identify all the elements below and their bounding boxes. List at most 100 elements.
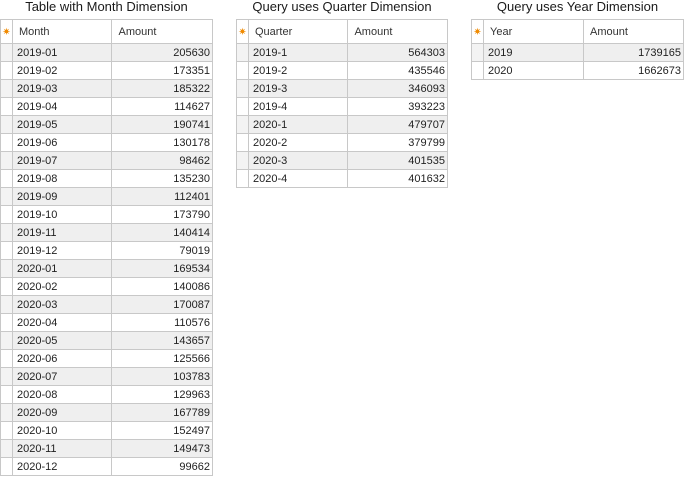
cell-dimension[interactable]: 2019-09 xyxy=(11,187,113,206)
table-row[interactable]: 2020-10 152497 xyxy=(0,421,213,440)
cell-amount[interactable]: 112401 xyxy=(111,187,213,206)
cell-amount[interactable]: 129963 xyxy=(111,385,213,404)
cell-dimension[interactable]: 2020-12 xyxy=(11,457,113,476)
row-selector[interactable] xyxy=(0,457,13,476)
row-selector[interactable] xyxy=(0,43,13,62)
cell-dimension[interactable]: 2019-01 xyxy=(11,43,113,62)
cell-amount[interactable]: 167789 xyxy=(111,403,213,422)
cell-amount[interactable]: 79019 xyxy=(111,241,213,260)
cell-dimension[interactable]: 2019-06 xyxy=(11,133,113,152)
column-header-month[interactable]: Month xyxy=(11,19,113,44)
table-row[interactable]: 2020-02 140086 xyxy=(0,277,213,296)
row-selector[interactable] xyxy=(0,241,13,260)
cell-amount[interactable]: 173790 xyxy=(111,205,213,224)
row-selector[interactable] xyxy=(0,151,13,170)
cell-amount[interactable]: 114627 xyxy=(111,97,213,116)
cell-amount[interactable]: 98462 xyxy=(111,151,213,170)
row-selector[interactable] xyxy=(0,277,13,296)
row-selector[interactable] xyxy=(0,349,13,368)
table-row[interactable]: 2020-4 401632 xyxy=(236,169,448,188)
row-selector[interactable] xyxy=(236,43,249,62)
table-row[interactable]: 2019-3 346093 xyxy=(236,79,448,98)
row-selector[interactable] xyxy=(0,295,13,314)
table-row[interactable]: 2019 1739165 xyxy=(471,43,684,62)
cell-amount[interactable]: 125566 xyxy=(111,349,213,368)
table-row[interactable]: 2020-01 169534 xyxy=(0,259,213,278)
row-selector[interactable] xyxy=(0,187,13,206)
cell-dimension[interactable]: 2020-01 xyxy=(11,259,113,278)
table-row[interactable]: 2019-05 190741 xyxy=(0,115,213,134)
row-selector[interactable] xyxy=(236,61,249,80)
row-selector[interactable] xyxy=(236,97,249,116)
column-header-quarter[interactable]: Quarter xyxy=(247,19,349,44)
cell-amount[interactable]: 130178 xyxy=(111,133,213,152)
cell-amount[interactable]: 1662673 xyxy=(583,61,684,80)
cell-amount[interactable]: 393223 xyxy=(347,97,448,116)
row-selector[interactable] xyxy=(236,151,249,170)
cell-amount[interactable]: 190741 xyxy=(111,115,213,134)
cell-amount[interactable]: 140414 xyxy=(111,223,213,242)
table-row[interactable]: 2020-03 170087 xyxy=(0,295,213,314)
cell-dimension[interactable]: 2020-07 xyxy=(11,367,113,386)
table-row[interactable]: 2019-07 98462 xyxy=(0,151,213,170)
table-row[interactable]: 2019-08 135230 xyxy=(0,169,213,188)
cell-dimension[interactable]: 2019-3 xyxy=(247,79,349,98)
cell-amount[interactable]: 479707 xyxy=(347,115,448,134)
cell-amount[interactable]: 170087 xyxy=(111,295,213,314)
cell-dimension[interactable]: 2019 xyxy=(483,43,584,62)
cell-amount[interactable]: 169534 xyxy=(111,259,213,278)
cell-dimension[interactable]: 2020-2 xyxy=(247,133,349,152)
cell-amount[interactable]: 135230 xyxy=(111,169,213,188)
table-row[interactable]: 2019-2 435546 xyxy=(236,61,448,80)
cell-dimension[interactable]: 2019-11 xyxy=(11,223,113,242)
row-selector[interactable] xyxy=(0,133,13,152)
cell-dimension[interactable]: 2020-10 xyxy=(11,421,113,440)
row-selector[interactable] xyxy=(0,97,13,116)
table-row[interactable]: 2019-01 205630 xyxy=(0,43,213,62)
table-row[interactable]: 2020-3 401535 xyxy=(236,151,448,170)
row-selector[interactable] xyxy=(236,115,249,134)
cell-dimension[interactable]: 2019-1 xyxy=(247,43,349,62)
cell-dimension[interactable]: 2020-4 xyxy=(247,169,349,188)
column-header-amount[interactable]: Amount xyxy=(583,19,684,44)
cell-dimension[interactable]: 2019-08 xyxy=(11,169,113,188)
new-row-marker[interactable]: ✷ xyxy=(471,19,484,44)
new-row-marker[interactable]: ✷ xyxy=(236,19,249,44)
cell-dimension[interactable]: 2019-02 xyxy=(11,61,113,80)
table-row[interactable]: 2019-03 185322 xyxy=(0,79,213,98)
cell-amount[interactable]: 401632 xyxy=(347,169,448,188)
table-row[interactable]: 2019-1 564303 xyxy=(236,43,448,62)
row-selector[interactable] xyxy=(0,403,13,422)
cell-amount[interactable]: 185322 xyxy=(111,79,213,98)
table-row[interactable]: 2020-04 110576 xyxy=(0,313,213,332)
cell-amount[interactable]: 152497 xyxy=(111,421,213,440)
cell-amount[interactable]: 110576 xyxy=(111,313,213,332)
row-selector[interactable] xyxy=(0,205,13,224)
table-row[interactable]: 2020-11 149473 xyxy=(0,439,213,458)
cell-dimension[interactable]: 2020 xyxy=(483,61,584,80)
row-selector[interactable] xyxy=(0,331,13,350)
cell-amount[interactable]: 140086 xyxy=(111,277,213,296)
row-selector[interactable] xyxy=(0,61,13,80)
cell-dimension[interactable]: 2020-3 xyxy=(247,151,349,170)
cell-dimension[interactable]: 2019-07 xyxy=(11,151,113,170)
cell-dimension[interactable]: 2020-02 xyxy=(11,277,113,296)
cell-dimension[interactable]: 2019-10 xyxy=(11,205,113,224)
cell-amount[interactable]: 379799 xyxy=(347,133,448,152)
table-row[interactable]: 2019-12 79019 xyxy=(0,241,213,260)
cell-amount[interactable]: 205630 xyxy=(111,43,213,62)
cell-dimension[interactable]: 2020-08 xyxy=(11,385,113,404)
cell-dimension[interactable]: 2019-2 xyxy=(247,61,349,80)
cell-dimension[interactable]: 2019-03 xyxy=(11,79,113,98)
row-selector[interactable] xyxy=(0,439,13,458)
table-row[interactable]: 2020-09 167789 xyxy=(0,403,213,422)
table-row[interactable]: 2019-11 140414 xyxy=(0,223,213,242)
cell-dimension[interactable]: 2020-04 xyxy=(11,313,113,332)
cell-dimension[interactable]: 2019-4 xyxy=(247,97,349,116)
cell-amount[interactable]: 346093 xyxy=(347,79,448,98)
cell-dimension[interactable]: 2020-05 xyxy=(11,331,113,350)
table-row[interactable]: 2019-10 173790 xyxy=(0,205,213,224)
table-row[interactable]: 2020-12 99662 xyxy=(0,457,213,476)
table-row[interactable]: 2019-4 393223 xyxy=(236,97,448,116)
cell-dimension[interactable]: 2019-12 xyxy=(11,241,113,260)
